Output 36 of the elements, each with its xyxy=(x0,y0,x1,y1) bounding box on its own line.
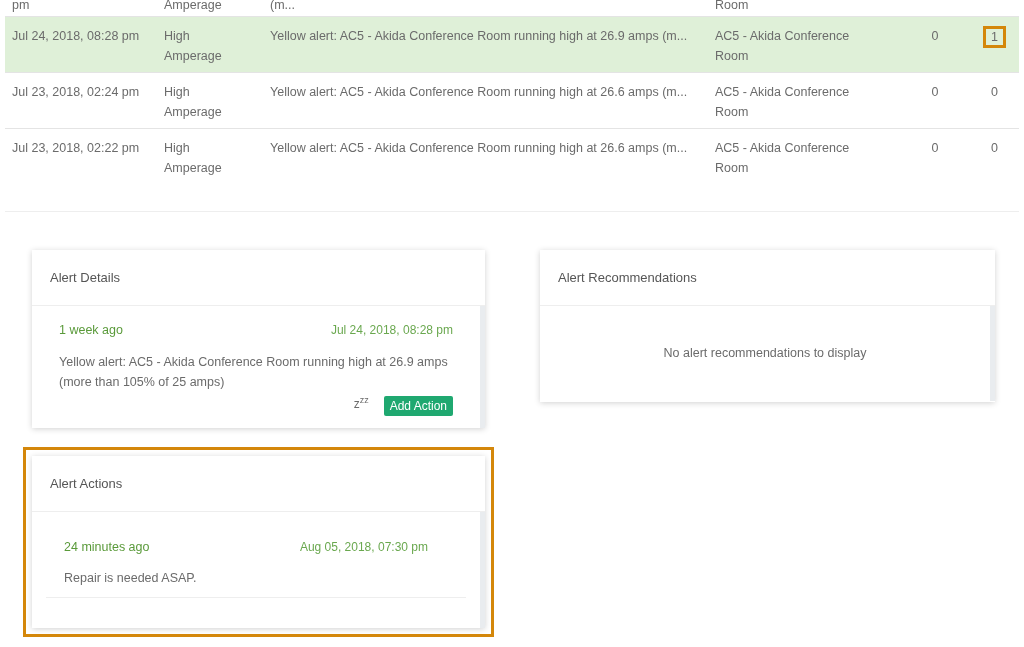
date-cell: Jul 23, 2018, 02:22 pm xyxy=(12,141,140,155)
count-cell: 1 xyxy=(983,26,1006,48)
type-cell: High Amperage xyxy=(164,141,222,175)
count-cell: 0 xyxy=(991,141,998,155)
location-cell: AC5 - Akida Conference Room xyxy=(715,85,850,119)
table-row[interactable]: Jul 23, 2018, 02:24 pm High Amperage Yellow alert: AC5 - Akida Conference Room running high at 26.6 amps (m... AC5 - Akida Conference Room 0 0 xyxy=(5,73,1019,129)
time-ago: 1 week ago xyxy=(59,322,123,339)
message-cell: Yellow alert: AC5 - Akida Conference Room running high at 26.6 amps (m... xyxy=(270,141,688,155)
message-cell: Yellow alert: AC5 - Akida Conference Room running high at 26.9 amps (m... xyxy=(270,29,688,43)
date-cell: pm xyxy=(12,0,30,12)
date-cell: Jul 23, 2018, 02:24 pm xyxy=(12,85,140,99)
timestamp: Aug 05, 2018, 07:30 pm xyxy=(299,538,428,556)
type-cell: High Amperage xyxy=(164,29,222,63)
message-cell: Yellow alert: AC5 - Akida Conference Room running high at 26.6 amps (m... xyxy=(270,85,688,99)
card-title: Alert Details xyxy=(50,268,121,287)
timestamp: Jul 24, 2018, 08:28 pm xyxy=(330,322,453,339)
add-action-button[interactable]: Add Action xyxy=(383,395,453,416)
count-cell: 0 xyxy=(931,141,939,155)
selected-table-row[interactable]: Jul 24, 2018, 08:28 pm High Amperage Yellow alert: AC5 - Akida Conference Room running high at 26.9 amps (m... AC5 - Akida Conference Room 0 1 xyxy=(5,17,1019,73)
count-cell: 0 xyxy=(931,29,939,43)
alert-message: Yellow alert: AC5 - Akida Conference Room running high at 26.9 amps (more than 105% of 25 amps) xyxy=(59,353,449,391)
location-cell: Room xyxy=(715,0,749,12)
message-cell: (m... xyxy=(270,0,295,12)
count-cell: 0 xyxy=(991,85,998,99)
date-cell: Jul 24, 2018, 08:28 pm xyxy=(12,29,140,43)
count-cell: 0 xyxy=(931,85,939,99)
location-cell: AC5 - Akida Conference Room xyxy=(715,29,850,63)
type-cell: High Amperage xyxy=(164,85,222,119)
type-cell: Amperage xyxy=(164,0,222,12)
location-cell: AC5 - Akida Conference Room xyxy=(715,141,850,175)
table-row[interactable]: Jul 23, 2018, 02:22 pm High Amperage Yellow alert: AC5 - Akida Conference Room running high at 26.6 amps (m... AC5 - Akida Conference Room 0 0 xyxy=(5,129,1019,185)
action-text: Repair is needed ASAP. xyxy=(64,569,198,587)
card-title: Alert Actions xyxy=(50,474,123,493)
empty-message: No alert recommendations to display xyxy=(663,345,867,363)
time-ago: 24 minutes ago xyxy=(64,538,150,556)
card-title: Alert Recommendations xyxy=(558,268,697,287)
